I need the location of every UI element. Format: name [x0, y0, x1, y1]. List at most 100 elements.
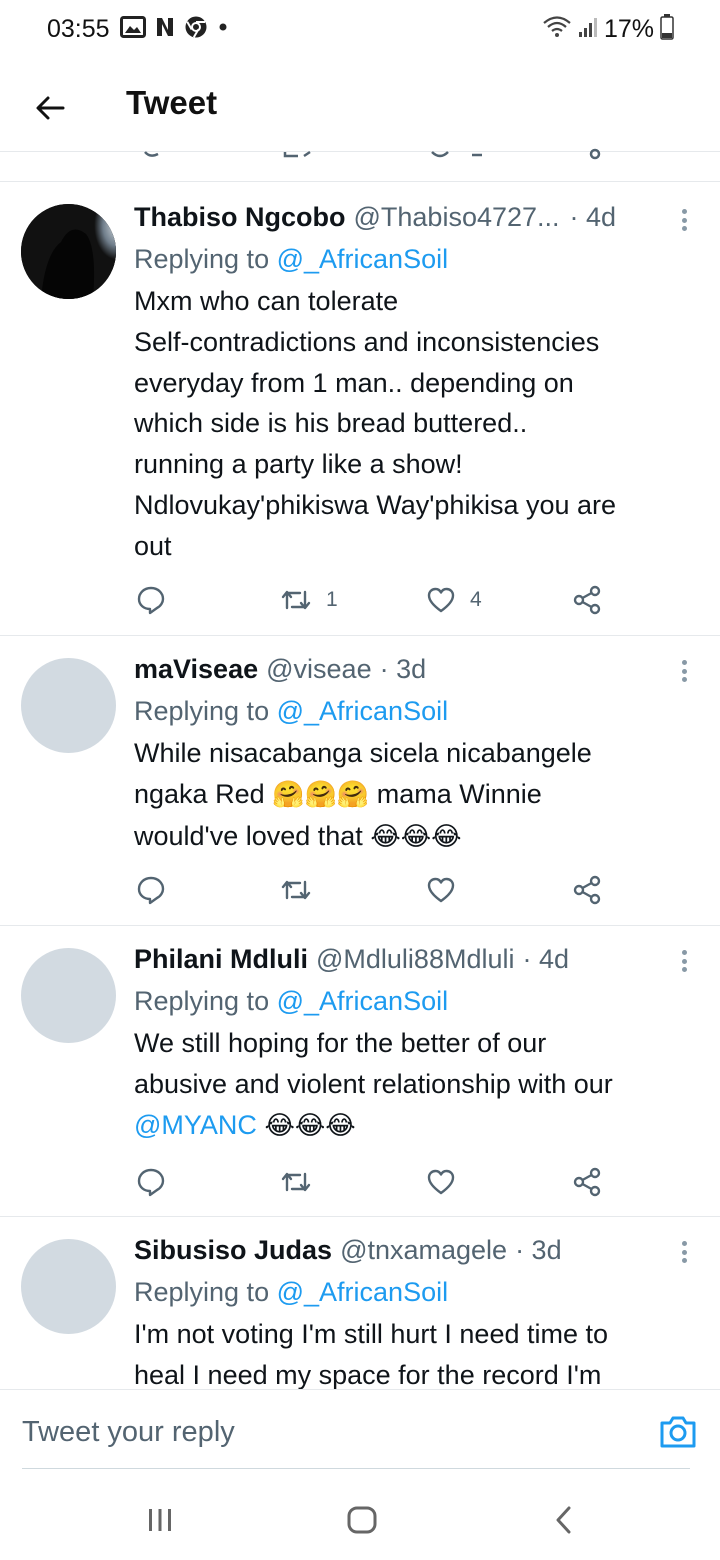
like-icon — [427, 587, 455, 613]
replying-prefix: Replying to — [134, 244, 270, 274]
retweet-icon — [281, 590, 311, 610]
tweet-text-line: @MYANC 😂😂😂 — [134, 1105, 690, 1147]
replying-mention[interactable]: @_AfricanSoil — [277, 986, 448, 1016]
replying-mention[interactable]: @_AfricanSoil — [277, 696, 448, 726]
chrome-icon — [184, 15, 208, 44]
tweet-text-line: While nisacabanga sicela nicabangele — [134, 738, 592, 768]
retweet-count: 1 — [326, 588, 338, 611]
laughing-emoji: 😂😂😂 — [264, 1110, 356, 1141]
input-underline — [22, 1468, 690, 1469]
retweet-button[interactable] — [280, 870, 312, 910]
recents-button[interactable] — [140, 1502, 180, 1538]
avatar[interactable] — [21, 1239, 116, 1334]
tweet-text-line: I'm not voting I'm still hurt I need tim… — [134, 1319, 609, 1349]
tweet-text: While nisacabanga sicela nicabangele nga… — [134, 733, 690, 857]
reply-icon — [137, 1168, 165, 1197]
like-count: 4 — [470, 588, 482, 611]
tweet-text-line: Mxm who can tolerate — [134, 286, 399, 316]
user-handle[interactable]: @viseae — [266, 651, 371, 687]
reply-input[interactable]: Tweet your reply — [22, 1416, 235, 1449]
recents-icon — [149, 1509, 171, 1531]
retweet-button[interactable] — [280, 1162, 312, 1202]
tweet-text-line: ngaka Red 🤗🤗🤗 mama Winnie — [134, 774, 690, 816]
tweet-actions — [134, 1162, 614, 1202]
tweet-text-line: would've loved that 😂😂😂 — [134, 816, 690, 858]
nav-back-button[interactable] — [544, 1502, 584, 1538]
avatar[interactable] — [21, 204, 116, 299]
tweet-header: Philani Mdluli @Mdluli88Mdluli · 4d — [134, 941, 690, 977]
tweet-actions — [134, 870, 614, 910]
tweet-time: · 4d — [569, 202, 617, 232]
user-handle[interactable]: @tnxamagele — [340, 1232, 507, 1268]
display-name[interactable]: Sibusiso Judas — [134, 1232, 332, 1268]
tweet-text-line: which side is his bread buttered.. — [134, 408, 528, 439]
battery-percent: 17% — [603, 14, 654, 43]
tweet-header: Thabiso Ngcobo @Thabiso4727... · 4d — [134, 199, 690, 235]
status-time: 03:55 — [47, 15, 110, 43]
tweet-text-line: We still hoping for the better of our — [134, 1028, 547, 1058]
reply-button[interactable] — [136, 1162, 166, 1202]
back-arrow-icon — [36, 96, 65, 120]
replying-mention[interactable]: @_AfricanSoil — [277, 1277, 448, 1307]
user-handle[interactable]: @Thabiso4727... — [354, 199, 560, 235]
replying-to: Replying to @_AfricanSoil — [134, 241, 690, 277]
tweet-text-line: abusive and violent relationship with ou… — [134, 1068, 613, 1099]
avatar[interactable] — [21, 658, 116, 753]
reply-icon — [137, 876, 165, 905]
previous-tweet-actions — [0, 140, 720, 182]
reply-tweet[interactable]: Philani Mdluli @Mdluli88Mdluli · 4d Repl… — [0, 926, 720, 1217]
retweet-icon — [281, 880, 311, 900]
user-handle[interactable]: @Mdluli88Mdluli — [316, 941, 514, 977]
camera-button[interactable] — [658, 1414, 698, 1454]
gallery-icon — [120, 15, 146, 43]
replying-prefix: Replying to — [134, 1277, 270, 1307]
back-button[interactable] — [30, 88, 70, 128]
tweet-text-line: Self-contradictions and inconsistencies — [134, 326, 600, 357]
retweet-button[interactable]: 1 — [280, 580, 338, 620]
share-button[interactable] — [572, 870, 602, 910]
reply-tweet[interactable]: Sibusiso Judas @tnxamagele · 3d Replying… — [0, 1217, 720, 1389]
mention-link[interactable]: @MYANC — [134, 1110, 257, 1140]
home-button[interactable] — [342, 1502, 382, 1538]
app-header: Tweet — [0, 60, 720, 152]
replying-prefix: Replying to — [134, 696, 270, 726]
tweet-text-line: heal I need my space for the record I'm — [134, 1359, 602, 1389]
hugging-emoji: 🤗🤗🤗 — [272, 779, 370, 810]
tweet-text-line: out — [134, 530, 172, 561]
display-name[interactable]: Thabiso Ngcobo — [134, 199, 346, 235]
reply-button[interactable] — [136, 870, 166, 910]
text-segment: ngaka Red — [134, 778, 265, 809]
tweet-header: maViseae @viseae · 3d — [134, 651, 690, 687]
text-segment: mama Winnie — [376, 778, 542, 809]
like-button[interactable]: 4 — [426, 580, 482, 620]
tweet-text-line: Ndlovukay'phikiswa Way'phikisa you are — [134, 489, 617, 520]
display-name[interactable]: Philani Mdluli — [134, 941, 308, 977]
share-button[interactable] — [572, 580, 602, 620]
like-button[interactable] — [426, 1162, 456, 1202]
replying-to: Replying to @_AfricanSoil — [134, 1274, 690, 1310]
replying-to: Replying to @_AfricanSoil — [134, 983, 690, 1019]
reply-button[interactable] — [136, 580, 166, 620]
notification-icons — [120, 14, 230, 44]
back-icon — [556, 1506, 571, 1534]
home-icon — [347, 1506, 377, 1534]
reply-tweet[interactable]: maViseae @viseae · 3d Replying to @_Afri… — [0, 636, 720, 926]
laughing-emoji: 😂😂😂 — [370, 821, 462, 852]
status-bar: 03:55 17% — [0, 0, 720, 60]
tweet-text-line: running a party like a show! — [134, 449, 463, 480]
share-icon — [573, 1167, 601, 1197]
replying-mention[interactable]: @_AfricanSoil — [277, 244, 448, 274]
tweet-text: Mxm who can tolerate Self-contradictions… — [134, 281, 690, 567]
avatar[interactable] — [21, 948, 116, 1043]
share-button[interactable] — [572, 1162, 602, 1202]
signal-icon — [578, 15, 598, 44]
tweet-text-line: everyday from 1 man.. depending on — [134, 367, 574, 398]
tweet-time: · 4d — [522, 944, 570, 974]
camera-icon — [660, 1416, 696, 1448]
tweet-header: Sibusiso Judas @tnxamagele · 3d — [134, 1232, 690, 1268]
reply-tweet[interactable]: Thabiso Ngcobo @Thabiso4727... · 4d Repl… — [0, 183, 720, 636]
battery-icon — [660, 13, 674, 45]
replying-to: Replying to @_AfricanSoil — [134, 693, 690, 729]
display-name[interactable]: maViseae — [134, 651, 258, 687]
like-button[interactable] — [426, 870, 456, 910]
